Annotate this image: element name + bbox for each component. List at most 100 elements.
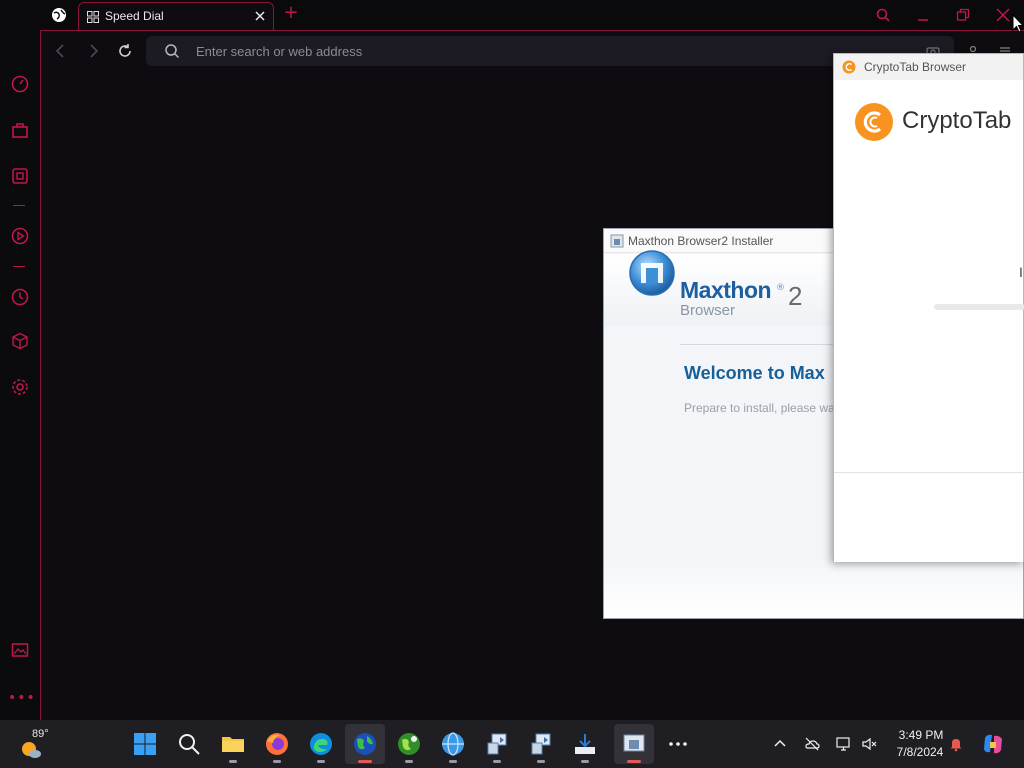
sidebar-item-shopping[interactable]	[8, 118, 32, 142]
tray-volume[interactable]	[859, 734, 879, 754]
minimize-button[interactable]	[912, 4, 934, 26]
restore-button[interactable]	[952, 4, 974, 26]
taskbar-edge[interactable]	[301, 724, 341, 764]
sidebar-more-button[interactable]: •••	[8, 690, 35, 706]
taskbar-maxthon-installer[interactable]	[614, 724, 654, 764]
minimize-icon	[918, 19, 928, 21]
tab-bar: Speed Dial +	[0, 0, 1024, 31]
maxthon-prepare-text: Prepare to install, please wa	[684, 401, 835, 415]
monitor-network-icon	[836, 737, 850, 751]
download-tray-icon	[575, 734, 595, 754]
wallet-icon	[12, 168, 28, 184]
installer-icon	[610, 234, 624, 248]
cube-icon	[12, 332, 28, 350]
search-tabs-button[interactable]	[872, 4, 894, 26]
bell-icon	[950, 739, 962, 752]
notifications-button[interactable]	[946, 734, 966, 754]
image-gallery-icon	[11, 643, 29, 657]
sidebar-item-extensions[interactable]	[8, 329, 32, 353]
taskbar-installer-1[interactable]	[477, 724, 517, 764]
new-tab-button[interactable]: +	[282, 4, 300, 22]
weather-widget[interactable]: 89°	[18, 724, 62, 764]
close-tab-icon[interactable]	[253, 9, 267, 23]
taskbar-green-browser[interactable]	[389, 724, 429, 764]
restore-icon	[956, 8, 970, 21]
close-window-button[interactable]	[992, 4, 1014, 26]
globe-browser-icon	[354, 733, 376, 755]
tray-network[interactable]	[834, 734, 854, 754]
taskbar-clock-date[interactable]: 7/8/2024	[888, 745, 952, 759]
maxthon-subtitle: Browser	[680, 302, 736, 319]
maxthon-logo-icon	[629, 250, 675, 296]
back-icon[interactable]	[52, 42, 70, 60]
gear-icon	[12, 379, 28, 395]
folder-icon	[222, 737, 244, 752]
globe-icon[interactable]	[50, 6, 68, 24]
cryptotab-brand: CryptoTab	[902, 107, 1012, 134]
taskbar-blue-browser[interactable]	[433, 724, 473, 764]
cryptotab-window: CryptoTab Browser CryptoTab I	[833, 53, 1024, 562]
maxthon-brand: Maxthon	[680, 277, 772, 303]
sidebar-item-player[interactable]	[8, 224, 32, 248]
speed-dial-grid-icon	[87, 11, 99, 23]
cryptotab-progress-bar	[934, 304, 1024, 310]
search-icon	[876, 8, 890, 22]
play-icon	[11, 227, 29, 245]
setup-computer-icon	[531, 733, 551, 755]
setup-computer-icon	[487, 733, 507, 755]
chevron-up-icon	[774, 739, 786, 747]
gauge-icon	[11, 75, 29, 93]
taskbar-firefox[interactable]	[257, 724, 297, 764]
blue-globe-icon	[442, 732, 464, 756]
tab-title: Speed Dial	[105, 9, 164, 23]
weather-sun-cloud-icon	[22, 742, 41, 758]
tray-onedrive[interactable]	[802, 734, 822, 754]
sidebar-item-settings[interactable]	[8, 375, 32, 399]
cryptotab-window-title: CryptoTab Browser	[864, 60, 967, 74]
tray-chevron-up[interactable]	[770, 734, 790, 754]
close-icon	[996, 8, 1010, 22]
search-input[interactable]	[196, 36, 796, 66]
maxthon-welcome-heading: Welcome to Max	[684, 363, 825, 383]
more-dots-icon	[669, 742, 687, 746]
volume-muted-icon	[862, 737, 877, 751]
sidebar-item-speed-dial[interactable]	[8, 72, 32, 96]
cloud-off-icon	[805, 737, 820, 751]
cryptotab-titlebar[interactable]: CryptoTab Browser	[834, 54, 1023, 80]
forward-icon[interactable]	[84, 42, 102, 60]
tab-speed-dial[interactable]: Speed Dial	[78, 2, 274, 31]
cryptotab-footer	[834, 472, 1023, 562]
cryptotab-status-text: I	[1019, 264, 1023, 280]
desktop-screen: Speed Dial + ••• Enter search or web add…	[0, 0, 1024, 768]
weather-temperature: 89°	[32, 728, 49, 740]
taskbar-overflow-button[interactable]	[658, 724, 698, 764]
taskbar-file-explorer[interactable]	[213, 724, 253, 764]
clock-icon	[11, 288, 29, 306]
start-button[interactable]	[125, 724, 165, 764]
cryptotab-logo-icon	[855, 103, 893, 141]
mouse-cursor-icon	[1012, 14, 1024, 33]
maxthon-footer-area	[604, 558, 1023, 618]
maxthon-window-title: Maxthon Browser2 Installer	[628, 234, 774, 248]
sidebar-item-pinboard[interactable]	[8, 638, 32, 662]
edge-icon	[310, 733, 332, 755]
sidebar-item-history[interactable]	[8, 285, 32, 309]
windows-taskbar: 89° 3:49 PM 7/8/2024	[0, 720, 1024, 768]
taskbar-opera-globe[interactable]	[345, 724, 385, 764]
windows-start-icon	[134, 733, 156, 755]
taskbar-search-button[interactable]	[169, 724, 209, 764]
search-icon	[165, 44, 180, 59]
maxthon-registered-mark: ®	[776, 283, 785, 293]
taskbar-installer-2[interactable]	[521, 724, 561, 764]
reload-icon[interactable]	[116, 42, 134, 60]
copilot-button[interactable]	[980, 731, 1006, 757]
taskbar-clock-time[interactable]: 3:49 PM	[893, 728, 949, 742]
firefox-icon	[266, 733, 288, 755]
taskbar-downloader[interactable]	[565, 724, 605, 764]
copilot-icon	[984, 734, 1002, 754]
sidebar-item-wallet[interactable]	[8, 164, 32, 188]
green-globe-icon	[398, 733, 420, 755]
cryptotab-small-logo-icon	[842, 60, 856, 74]
search-icon	[179, 734, 200, 755]
installer-icon	[623, 734, 645, 752]
